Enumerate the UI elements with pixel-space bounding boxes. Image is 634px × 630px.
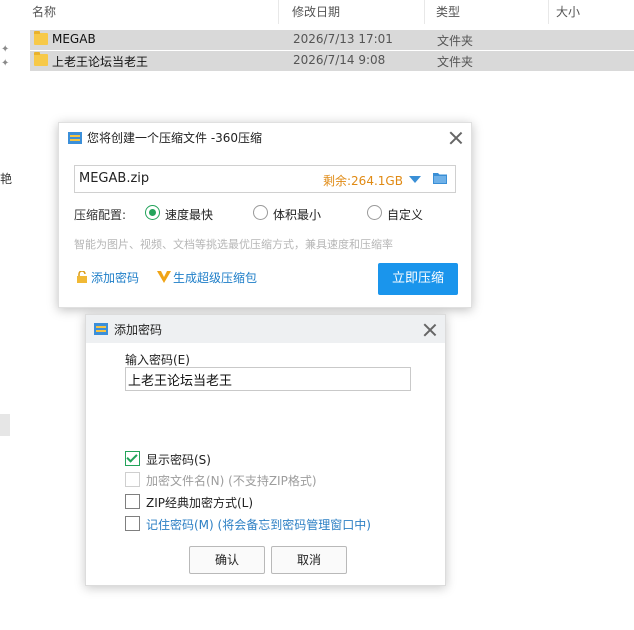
- remember-password-label[interactable]: 记住密码(M) (将会备忘到密码管理窗口中): [146, 516, 371, 533]
- file-name: 上老王论坛当老王: [52, 55, 149, 69]
- compress-dialog: 您将创建一个压缩文件 -360压缩 MEGAB.zip 剩余:264.1GB 压…: [58, 122, 472, 308]
- zip-classic-checkbox[interactable]: [125, 494, 140, 509]
- add-password-link[interactable]: 添加密码: [76, 269, 139, 286]
- file-row[interactable]: 上老王论坛当老王 2026/7/14 9:08 文件夹: [30, 51, 634, 71]
- encrypt-filename-label: 加密文件名(N) (不支持ZIP格式): [146, 474, 317, 488]
- column-size[interactable]: 大小: [556, 3, 580, 20]
- close-icon[interactable]: [449, 131, 463, 145]
- radio-custom[interactable]: [367, 205, 382, 220]
- filename-field[interactable]: MEGAB.zip 剩余:264.1GB: [74, 165, 456, 193]
- file-type: 文件夹: [437, 55, 474, 69]
- show-password-checkbox[interactable]: [125, 451, 140, 466]
- column-type[interactable]: 类型: [436, 3, 460, 20]
- encrypt-filename-checkbox: [125, 472, 140, 487]
- folder-icon: [34, 31, 48, 45]
- file-row[interactable]: MEGAB 2026/7/13 17:01 文件夹: [30, 30, 634, 50]
- folder-icon: [34, 52, 48, 66]
- chevron-down-icon[interactable]: [409, 176, 421, 183]
- nav-item-partial[interactable]: 艳: [0, 170, 12, 187]
- column-divider[interactable]: [424, 0, 425, 24]
- column-header: 名称 修改日期 类型 大小: [24, 0, 634, 24]
- pin-icon: ✦: [1, 44, 10, 55]
- radio-fastest[interactable]: [145, 205, 160, 220]
- archive-app-icon: [94, 323, 108, 335]
- radio-label-fastest[interactable]: 速度最快: [165, 206, 213, 223]
- ok-button[interactable]: 确认: [189, 546, 265, 574]
- remaining-space: 剩余:264.1GB: [323, 174, 403, 188]
- radio-label-smallest[interactable]: 体积最小: [273, 206, 321, 223]
- config-label: 压缩配置:: [74, 208, 127, 222]
- navigation-pane: ✦ ✦ 艳: [0, 0, 18, 630]
- column-divider[interactable]: [278, 0, 279, 24]
- column-date[interactable]: 修改日期: [292, 3, 340, 20]
- show-password-label[interactable]: 显示密码(S): [146, 451, 211, 468]
- pin-icon: ✦: [1, 58, 10, 69]
- password-dialog: 添加密码 输入密码(E) 上老王论坛当老王 显示密码(S) 加密文件名(N) (…: [85, 314, 446, 586]
- nav-selection: [0, 414, 10, 436]
- super-package-link[interactable]: 生成超级压缩包: [157, 269, 257, 286]
- close-icon[interactable]: [423, 323, 437, 337]
- radio-smallest[interactable]: [253, 205, 268, 220]
- file-date: 2026/7/14 9:08: [293, 53, 386, 67]
- filename-value: MEGAB.zip: [79, 171, 150, 186]
- file-name: MEGAB: [52, 32, 96, 46]
- password-value: 上老王论坛当老王: [128, 374, 233, 389]
- dialog-title: 添加密码: [114, 323, 163, 337]
- column-divider[interactable]: [548, 0, 549, 24]
- add-password-label: 添加密码: [91, 271, 140, 285]
- file-date: 2026/7/13 17:01: [293, 32, 393, 46]
- v-icon: [157, 271, 171, 283]
- column-name[interactable]: 名称: [32, 3, 56, 20]
- lock-icon: [77, 270, 87, 283]
- password-input[interactable]: 上老王论坛当老王: [125, 367, 411, 391]
- archive-app-icon: [68, 132, 82, 144]
- compress-now-button[interactable]: 立即压缩: [378, 263, 458, 295]
- dialog-title: 您将创建一个压缩文件 -360压缩: [87, 131, 263, 145]
- folder-browse-icon[interactable]: [433, 172, 447, 184]
- file-type: 文件夹: [437, 34, 474, 48]
- zip-classic-label[interactable]: ZIP经典加密方式(L): [146, 494, 253, 511]
- super-package-label: 生成超级压缩包: [173, 271, 258, 285]
- password-prompt: 输入密码(E): [125, 353, 190, 367]
- radio-label-custom[interactable]: 自定义: [387, 206, 423, 223]
- cancel-button[interactable]: 取消: [271, 546, 347, 574]
- remember-password-checkbox[interactable]: [125, 516, 140, 531]
- compress-hint: 智能为图片、视频、文档等挑选最优压缩方式，兼具速度和压缩率: [74, 238, 393, 251]
